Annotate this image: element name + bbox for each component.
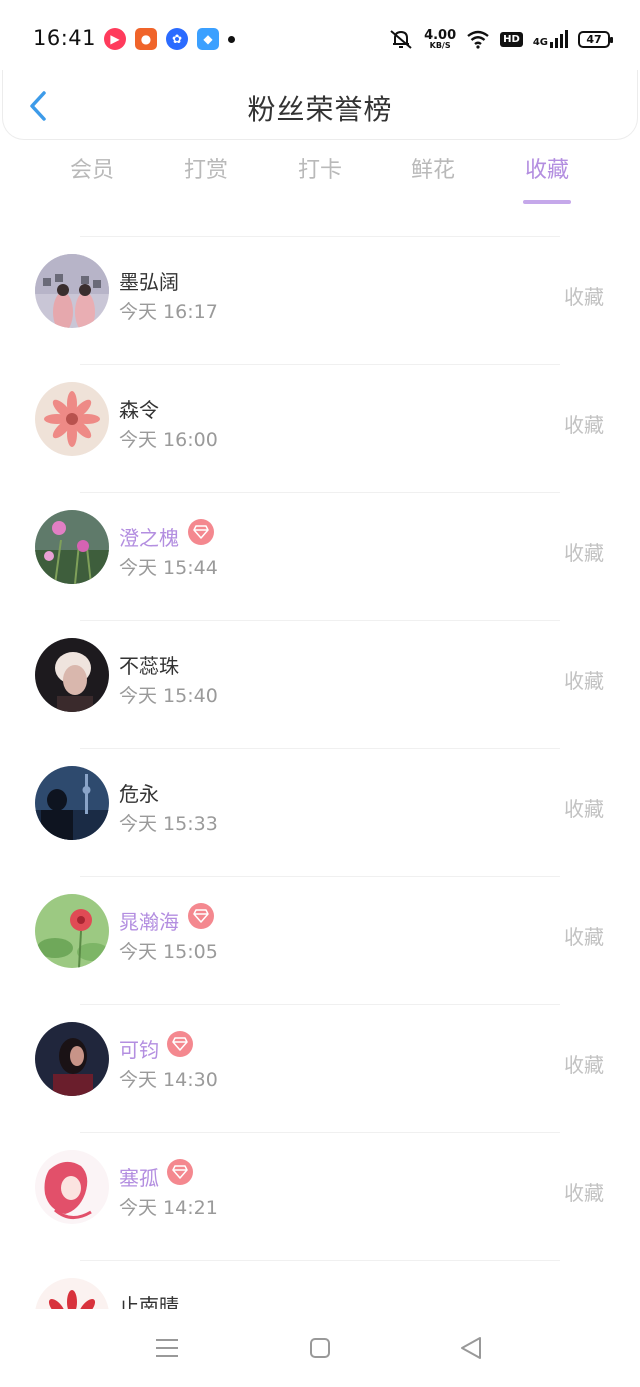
header: 粉丝荣誉榜 [2, 70, 638, 140]
vip-badge [167, 1031, 193, 1057]
action-label: 收藏 [564, 1053, 604, 1077]
avatar[interactable] [35, 1022, 109, 1096]
tab-checkin[interactable]: 打卡 [275, 152, 365, 184]
avatar[interactable] [35, 382, 109, 456]
menu-icon [156, 1339, 178, 1357]
list-item[interactable]: 危永 今天 15:33 收藏 [0, 749, 640, 877]
action-label: 收藏 [564, 925, 604, 949]
status-bar: 16:41 ▶ ● ✿ ◆ 4.00 KB/S HD 4G 47 [0, 0, 640, 78]
list-item[interactable]: 墨弘阔 今天 16:17 收藏 [0, 237, 640, 365]
network-type: 4G [532, 37, 548, 48]
timestamp: 今天 15:33 [119, 813, 218, 835]
avatar[interactable] [35, 638, 109, 712]
action-label: 收藏 [564, 797, 604, 821]
list-item[interactable]: 可钧 今天 14:30 收藏 [0, 1005, 640, 1133]
hd-badge: HD [500, 31, 523, 47]
browser-app-icon: ◆ [197, 28, 219, 50]
battery-icon: 47 [578, 30, 613, 48]
video-app-icon: ▶ [104, 28, 126, 50]
timestamp: 今天 15:05 [119, 941, 218, 963]
action-label: 收藏 [564, 669, 604, 693]
tab-bar: 会员 打赏 打卡 鲜花 收藏 [0, 152, 640, 212]
diamond-icon [193, 909, 209, 923]
tab-favorites-label: 收藏 [524, 158, 569, 183]
pumpkin-app-icon: ● [135, 28, 157, 50]
action-label: 收藏 [564, 541, 604, 565]
vip-badge [167, 1159, 193, 1185]
list-item[interactable]: 森令 今天 16:00 收藏 [0, 365, 640, 493]
diamond-icon [172, 1037, 188, 1051]
user-name[interactable]: 危永 [119, 778, 159, 807]
net-speed-value: 4.00 [424, 27, 457, 43]
action-label: 收藏 [564, 285, 604, 309]
mute-bell-icon [390, 30, 412, 49]
more-notifications-dot [228, 35, 235, 43]
tab-favorites[interactable]: 收藏 [502, 152, 592, 204]
list-item[interactable]: 澄之槐 今天 15:44 收藏 [0, 493, 640, 621]
net-speed-unit: KB/S [429, 40, 451, 50]
avatar[interactable] [35, 1278, 109, 1309]
status-time: 16:41 [33, 26, 97, 50]
paw-app-icon: ✿ [166, 28, 188, 50]
net-speed: 4.00 KB/S [424, 29, 456, 50]
home-button[interactable] [305, 1335, 335, 1361]
back-triangle-icon [461, 1337, 481, 1359]
avatar[interactable] [35, 766, 109, 840]
timestamp: 今天 16:17 [119, 301, 218, 323]
page-title: 粉丝荣誉榜 [247, 93, 393, 126]
notification-icons: ▶ ● ✿ ◆ [104, 26, 235, 52]
user-name[interactable]: 澄之槐 [119, 522, 179, 551]
user-name[interactable]: 墨弘阔 [119, 266, 179, 295]
user-name[interactable]: 不蕊珠 [119, 650, 179, 679]
action-label: 收藏 [564, 1181, 604, 1205]
vip-badge [188, 903, 214, 929]
timestamp: 今天 15:40 [119, 685, 218, 707]
list-item[interactable]: 塞孤 今天 14:21 收藏 [0, 1133, 640, 1261]
tab-reward[interactable]: 打赏 [161, 152, 251, 184]
avatar[interactable] [35, 894, 109, 968]
system-icons: 4.00 KB/S HD 4G 47 [388, 26, 613, 52]
list-item[interactable]: 晁瀚海 今天 15:05 收藏 [0, 877, 640, 1005]
timestamp: 今天 14:30 [119, 1069, 218, 1091]
back-nav-button[interactable] [456, 1335, 486, 1361]
avatar[interactable] [35, 1150, 109, 1224]
user-name[interactable]: 止南晴 [119, 1290, 179, 1309]
signal-icon: 4G [533, 30, 568, 48]
avatar[interactable] [35, 510, 109, 584]
system-nav-bar [0, 1309, 640, 1387]
list-item[interactable]: 不蕊珠 今天 15:40 收藏 [0, 621, 640, 749]
tab-flowers[interactable]: 鲜花 [388, 152, 478, 184]
vip-badge [188, 519, 214, 545]
timestamp: 今天 16:00 [119, 429, 218, 451]
tab-member[interactable]: 会员 [47, 152, 137, 184]
action-label: 收藏 [564, 413, 604, 437]
user-name[interactable]: 森令 [119, 394, 159, 423]
tab-active-indicator [523, 200, 571, 204]
user-name[interactable]: 塞孤 [119, 1162, 159, 1191]
avatar[interactable] [35, 254, 109, 328]
wifi-icon [467, 30, 489, 49]
user-name[interactable]: 晁瀚海 [119, 906, 179, 935]
user-name[interactable]: 可钧 [119, 1034, 159, 1063]
fan-list[interactable]: 墨弘阔 今天 16:17 收藏 森令 今天 16:00 收藏 澄之槐 今天 15… [0, 237, 640, 1309]
list-item[interactable]: 止南晴 收藏 [0, 1261, 640, 1309]
home-square-icon [310, 1338, 330, 1358]
timestamp: 今天 15:44 [119, 557, 218, 579]
timestamp: 今天 14:21 [119, 1197, 218, 1219]
menu-button[interactable] [152, 1335, 182, 1361]
diamond-icon [193, 525, 209, 539]
diamond-icon [172, 1165, 188, 1179]
